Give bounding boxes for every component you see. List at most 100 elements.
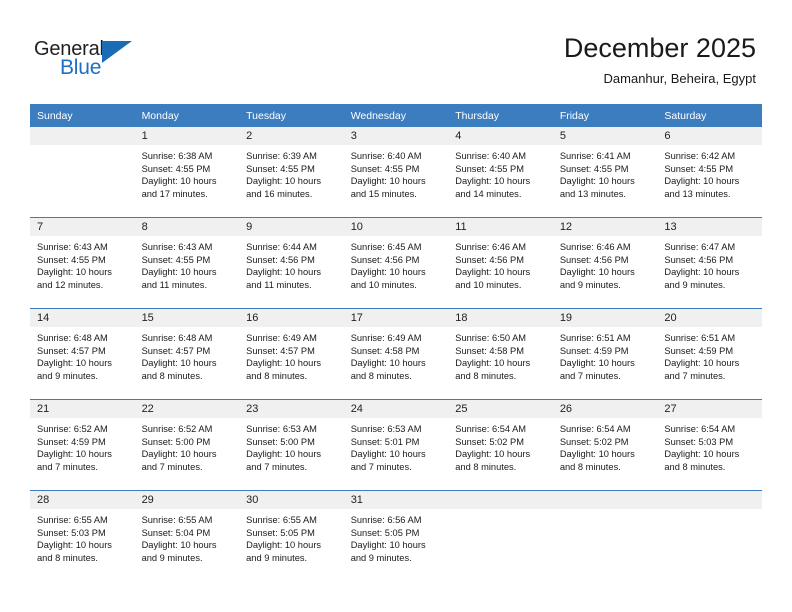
daylight-duration-line1: Daylight: 10 hours bbox=[246, 267, 322, 278]
calendar-day-cell[interactable]: 23 Sunrise: 6:53 AM Sunset: 5:00 PM Dayligh… bbox=[239, 399, 344, 491]
sunset-time: Sunset: 4:55 PM bbox=[141, 163, 211, 174]
logo-text-blue: Blue bbox=[60, 56, 102, 79]
sunrise-time: Sunrise: 6:56 AM bbox=[350, 515, 422, 525]
day-number: 12 bbox=[552, 218, 658, 236]
daylight-duration-line1: Daylight: 10 hours bbox=[141, 176, 217, 187]
sunrise-time: Sunrise: 6:39 AM bbox=[246, 151, 317, 161]
calendar-day-cell[interactable]: 4 Sunrise: 6:40 AM Sunset: 4:55 PM Daylight… bbox=[448, 127, 553, 218]
calendar-day-cell[interactable]: 28 Sunrise: 6:55 AM Sunset: 5:03 PM Dayligh… bbox=[30, 490, 135, 581]
weekday-header-monday: Monday bbox=[134, 104, 240, 127]
daylight-duration-line2: and 17 minutes. bbox=[141, 188, 208, 199]
day-number: 25 bbox=[448, 400, 553, 418]
calendar-day-cell[interactable]: 17 Sunrise: 6:49 AM Sunset: 4:58 PM Dayligh… bbox=[343, 308, 449, 400]
sunrise-time: Sunrise: 6:47 AM bbox=[664, 242, 736, 252]
calendar-day-cell[interactable]: 13 Sunrise: 6:47 AM Sunset: 4:56 PM Dayligh… bbox=[657, 217, 762, 309]
sunset-time: Sunset: 4:55 PM bbox=[350, 163, 420, 174]
daylight-duration-line1: Daylight: 10 hours bbox=[141, 358, 217, 369]
calendar-day-cell[interactable]: 26 Sunrise: 6:54 AM Sunset: 5:02 PM Dayligh… bbox=[552, 399, 658, 491]
weekday-header-wednesday: Wednesday bbox=[343, 104, 449, 127]
calendar-day-cell[interactable]: 14 Sunrise: 6:48 AM Sunset: 4:57 PM Dayligh… bbox=[30, 308, 135, 400]
sunset-time: Sunset: 4:56 PM bbox=[246, 254, 315, 265]
daylight-duration-line2: and 7 minutes. bbox=[141, 461, 203, 472]
day-sun-info: Sunrise: 6:45 AM Sunset: 4:56 PM Daylight:… bbox=[344, 236, 449, 291]
calendar-day-cell[interactable]: 7 Sunrise: 6:43 AM Sunset: 4:55 PM Daylight… bbox=[30, 217, 135, 309]
sunrise-time: Sunrise: 6:45 AM bbox=[350, 242, 422, 252]
sunrise-time: Sunrise: 6:55 AM bbox=[37, 515, 108, 525]
calendar-day-cell[interactable]: 2 Sunrise: 6:39 AM Sunset: 4:55 PM Daylight… bbox=[239, 127, 344, 218]
day-sun-info: Sunrise: 6:53 AM Sunset: 5:00 PM Daylight:… bbox=[239, 418, 344, 473]
daylight-duration-line2: and 7 minutes. bbox=[37, 461, 98, 472]
calendar-day-cell[interactable]: 21 Sunrise: 6:52 AM Sunset: 4:59 PM Dayligh… bbox=[30, 399, 135, 491]
daylight-duration-line2: and 9 minutes. bbox=[141, 552, 203, 563]
day-sun-info: Sunrise: 6:55 AM Sunset: 5:04 PM Daylight:… bbox=[135, 509, 240, 564]
calendar-day-cell[interactable]: 8 Sunrise: 6:43 AM Sunset: 4:55 PM Daylight… bbox=[134, 217, 240, 309]
daylight-duration-line1: Daylight: 10 hours bbox=[37, 267, 112, 278]
day-number: 27 bbox=[657, 400, 762, 418]
calendar-day-cell[interactable]: 3 Sunrise: 6:40 AM Sunset: 4:55 PM Daylight… bbox=[343, 127, 449, 218]
calendar-day-cell[interactable]: 27 Sunrise: 6:54 AM Sunset: 5:03 PM Dayligh… bbox=[657, 399, 762, 491]
calendar-week-row: 14 Sunrise: 6:48 AM Sunset: 4:57 PM Dayligh… bbox=[30, 308, 762, 400]
daylight-duration-line2: and 8 minutes. bbox=[246, 370, 308, 381]
calendar-day-cell[interactable]: 31 Sunrise: 6:56 AM Sunset: 5:05 PM Dayligh… bbox=[343, 490, 449, 581]
calendar-day-cell[interactable]: 15 Sunrise: 6:48 AM Sunset: 4:57 PM Dayligh… bbox=[134, 308, 240, 400]
calendar-day-cell[interactable]: 11 Sunrise: 6:46 AM Sunset: 4:56 PM Dayligh… bbox=[448, 217, 553, 309]
daylight-duration-line1: Daylight: 10 hours bbox=[559, 449, 635, 460]
daylight-duration-line2: and 8 minutes. bbox=[37, 552, 98, 563]
calendar-day-cell[interactable]: 19 Sunrise: 6:51 AM Sunset: 4:59 PM Dayligh… bbox=[552, 308, 658, 400]
calendar-day-cell[interactable]: 29 Sunrise: 6:55 AM Sunset: 5:04 PM Dayligh… bbox=[134, 490, 240, 581]
daylight-duration-line1: Daylight: 10 hours bbox=[246, 176, 322, 187]
day-sun-info: Sunrise: 6:54 AM Sunset: 5:03 PM Daylight:… bbox=[657, 418, 762, 473]
daylight-duration-line2: and 7 minutes. bbox=[559, 370, 621, 381]
sunrise-time: Sunrise: 6:50 AM bbox=[455, 333, 527, 343]
sunrise-time: Sunrise: 6:51 AM bbox=[559, 333, 631, 343]
calendar-day-cell[interactable]: 25 Sunrise: 6:54 AM Sunset: 5:02 PM Dayligh… bbox=[448, 399, 553, 491]
page-subtitle: Damanhur, Beheira, Egypt bbox=[603, 71, 756, 86]
page-title: December 2025 bbox=[563, 33, 756, 63]
day-number: 23 bbox=[239, 400, 344, 418]
day-number: 11 bbox=[448, 218, 553, 236]
day-number: 4 bbox=[448, 127, 553, 145]
daylight-duration-line2: and 7 minutes. bbox=[246, 461, 308, 472]
day-sun-info: Sunrise: 6:54 AM Sunset: 5:02 PM Daylight:… bbox=[448, 418, 553, 473]
sunset-time: Sunset: 4:56 PM bbox=[559, 254, 629, 265]
day-sun-info: Sunrise: 6:38 AM Sunset: 4:55 PM Daylight:… bbox=[135, 145, 240, 200]
daylight-duration-line2: and 14 minutes. bbox=[455, 188, 522, 199]
calendar-week-row: 7 Sunrise: 6:43 AM Sunset: 4:55 PM Daylight… bbox=[30, 217, 762, 309]
calendar-day-cell[interactable]: 10 Sunrise: 6:45 AM Sunset: 4:56 PM Dayligh… bbox=[343, 217, 449, 309]
calendar-table: Sunday Monday Tuesday Wednesday Thursday Frid… bbox=[30, 104, 762, 581]
sunset-time: Sunset: 4:59 PM bbox=[37, 436, 106, 447]
calendar-day-cell[interactable]: 22 Sunrise: 6:52 AM Sunset: 5:00 PM Dayligh… bbox=[134, 399, 240, 491]
calendar-day-cell[interactable]: 30 Sunrise: 6:55 AM Sunset: 5:05 PM Dayligh… bbox=[239, 490, 344, 581]
calendar-day-cell[interactable]: 16 Sunrise: 6:49 AM Sunset: 4:57 PM Dayligh… bbox=[239, 308, 344, 400]
day-sun-info: Sunrise: 6:46 AM Sunset: 4:56 PM Daylight:… bbox=[448, 236, 553, 291]
sunrise-time: Sunrise: 6:52 AM bbox=[141, 424, 213, 434]
calendar-day-cell[interactable]: 18 Sunrise: 6:50 AM Sunset: 4:58 PM Dayligh… bbox=[448, 308, 553, 400]
daylight-duration-line2: and 13 minutes. bbox=[664, 188, 731, 199]
day-sun-info: Sunrise: 6:49 AM Sunset: 4:57 PM Daylight:… bbox=[239, 327, 344, 382]
calendar-day-cell[interactable]: 1 Sunrise: 6:38 AM Sunset: 4:55 PM Daylight… bbox=[134, 127, 240, 218]
sunset-time: Sunset: 5:00 PM bbox=[246, 436, 315, 447]
daylight-duration-line1: Daylight: 10 hours bbox=[455, 267, 531, 278]
calendar-day-cell[interactable]: 24 Sunrise: 6:53 AM Sunset: 5:01 PM Dayligh… bbox=[343, 399, 449, 491]
calendar-day-cell[interactable]: 5 Sunrise: 6:41 AM Sunset: 4:55 PM Daylight… bbox=[552, 127, 658, 218]
weekday-header-friday: Friday bbox=[552, 104, 658, 127]
daylight-duration-line1: Daylight: 10 hours bbox=[559, 176, 635, 187]
daylight-duration-line1: Daylight: 10 hours bbox=[246, 358, 322, 369]
sunrise-time: Sunrise: 6:46 AM bbox=[559, 242, 631, 252]
sunset-time: Sunset: 5:03 PM bbox=[664, 436, 734, 447]
day-sun-info: Sunrise: 6:42 AM Sunset: 4:55 PM Daylight:… bbox=[657, 145, 762, 200]
daylight-duration-line1: Daylight: 10 hours bbox=[455, 449, 531, 460]
day-number: 18 bbox=[448, 309, 553, 327]
day-number: 9 bbox=[239, 218, 344, 236]
calendar-day-cell[interactable]: 6 Sunrise: 6:42 AM Sunset: 4:55 PM Daylight… bbox=[657, 127, 762, 218]
sunrise-time: Sunrise: 6:51 AM bbox=[664, 333, 736, 343]
weekday-header-sunday: Sunday bbox=[30, 104, 135, 127]
day-number: 24 bbox=[343, 400, 449, 418]
calendar-day-cell[interactable]: 12 Sunrise: 6:46 AM Sunset: 4:56 PM Dayligh… bbox=[552, 217, 658, 309]
day-number bbox=[30, 127, 135, 145]
calendar-day-cell[interactable]: 20 Sunrise: 6:51 AM Sunset: 4:59 PM Dayligh… bbox=[657, 308, 762, 400]
calendar-day-cell[interactable]: 9 Sunrise: 6:44 AM Sunset: 4:56 PM Daylight… bbox=[239, 217, 344, 309]
daylight-duration-line1: Daylight: 10 hours bbox=[455, 358, 531, 369]
calendar-week-row: 1 Sunrise: 6:38 AM Sunset: 4:55 PM Daylight… bbox=[30, 127, 762, 218]
day-number: 26 bbox=[552, 400, 658, 418]
